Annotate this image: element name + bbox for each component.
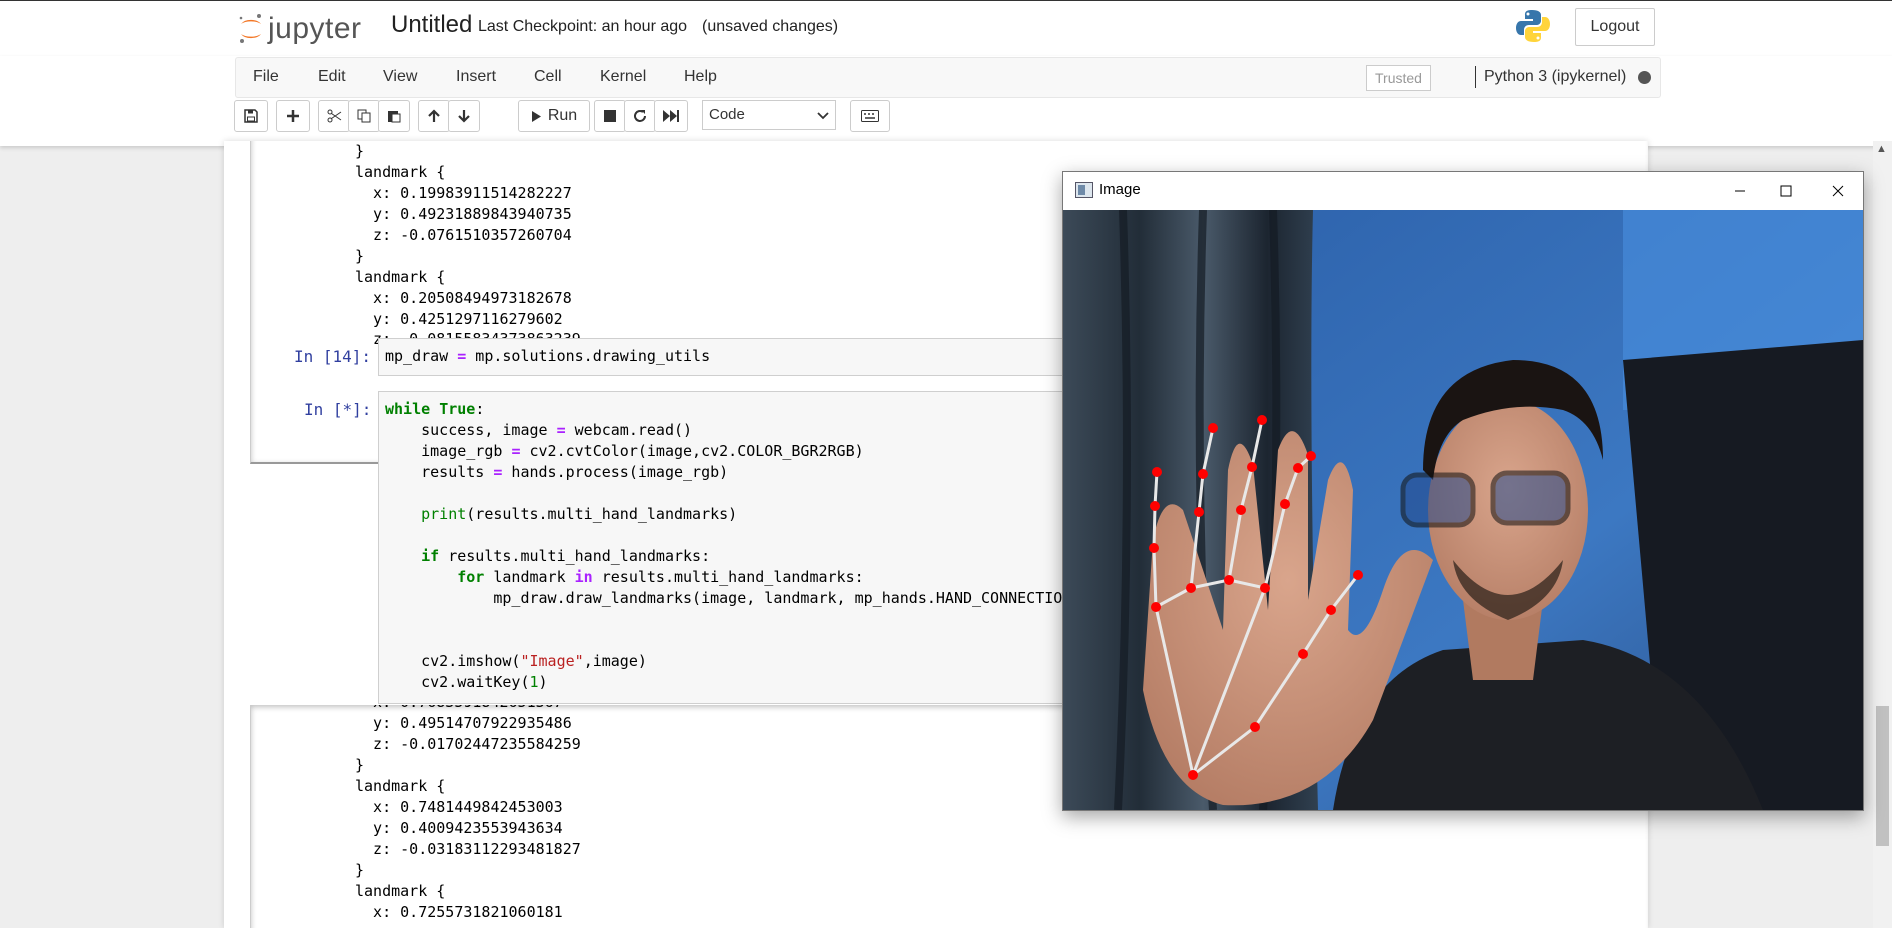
output-line: } <box>355 247 365 265</box>
glasses-right <box>1490 470 1571 526</box>
interrupt-icon <box>604 110 616 122</box>
output-line: z: -0.03183112293481827 <box>355 840 581 858</box>
paste-icon <box>388 111 401 123</box>
cell-type-select[interactable]: Code <box>702 100 836 130</box>
move-up-icon <box>428 109 440 122</box>
run-all-icon <box>663 110 679 122</box>
chevron-down-icon <box>817 112 829 120</box>
kernel-name[interactable]: Python 3 (ipykernel) <box>1484 68 1626 86</box>
output-line: } <box>355 756 365 774</box>
copy-icon <box>357 109 371 123</box>
input-prompt: In [14]: <box>294 347 372 366</box>
menu-edit[interactable]: Edit <box>318 68 346 86</box>
checkpoint-status: Last Checkpoint: an hour ago <box>478 18 688 35</box>
window-app-icon <box>1075 182 1093 198</box>
notebook-name[interactable]: Untitled <box>391 11 472 39</box>
window-title: Image <box>1099 181 1141 198</box>
move-down-button[interactable] <box>448 100 480 132</box>
maximize-button[interactable] <box>1763 176 1809 206</box>
cell-type-value: Code <box>709 106 745 123</box>
command-palette-button[interactable] <box>850 100 890 132</box>
scrollbar-thumb[interactable] <box>1876 706 1889 846</box>
add-cell-button[interactable] <box>276 100 310 132</box>
code-line: while True: <box>385 400 485 418</box>
paste-button[interactable] <box>378 100 410 132</box>
run-icon <box>531 110 541 122</box>
menu-cell[interactable]: Cell <box>534 68 562 86</box>
menu-kernel[interactable]: Kernel <box>600 68 646 86</box>
run-all-button[interactable] <box>654 100 688 132</box>
output-line: x: 0.7255731821060181 <box>355 903 563 921</box>
code-line: for landmark in results.multi_hand_landm… <box>457 568 864 586</box>
output-line: x: 0.19983911514282227 <box>355 184 572 202</box>
header-bar: jupyter Untitled Last Checkpoint: an hou… <box>0 0 1892 57</box>
code-line: print(results.multi_hand_landmarks) <box>421 505 738 523</box>
jupyter-logo-text: jupyter <box>268 12 362 45</box>
menu-help[interactable]: Help <box>684 68 717 86</box>
output-line: y: 0.49231889843940735 <box>355 205 572 223</box>
keyboard-icon <box>861 110 879 122</box>
jupyter-logo-icon <box>239 14 261 43</box>
python-logo-icon <box>1516 10 1550 42</box>
run-label: Run <box>547 107 578 124</box>
menubar-container: File Edit View Insert Cell Kernel Help T… <box>0 56 1892 146</box>
code-line: cv2.imshow("Image",image) <box>385 652 647 670</box>
menu-file[interactable]: File <box>253 68 279 86</box>
kernel-divider <box>1475 66 1476 88</box>
save-button[interactable] <box>234 100 268 132</box>
close-button[interactable] <box>1815 176 1861 206</box>
output-line: x: 0.20508494973182678 <box>355 289 572 307</box>
output-line: landmark { <box>355 268 446 286</box>
maximize-icon <box>1780 185 1792 197</box>
code-line: mp_draw = mp.solutions.drawing_utils <box>385 347 711 365</box>
restart-button[interactable] <box>624 100 656 132</box>
code-line: mp_draw.draw_landmarks(image, landmark, … <box>385 589 1090 607</box>
copy-button[interactable] <box>348 100 380 132</box>
output-line: y: 0.4009423553943634 <box>355 819 563 837</box>
output-line: landmark { <box>355 777 446 795</box>
cut-icon <box>327 109 341 123</box>
code-line: cv2.waitKey(1) <box>385 673 548 691</box>
move-up-button[interactable] <box>418 100 450 132</box>
page-scrollbar[interactable]: ▲ <box>1873 141 1892 928</box>
scroll-up-icon[interactable]: ▲ <box>1876 143 1887 155</box>
output-line: y: 0.4251297116279602 <box>355 310 563 328</box>
output-line: } <box>355 861 365 879</box>
restart-icon <box>634 110 646 122</box>
minimize-button[interactable] <box>1717 176 1763 206</box>
menu-insert[interactable]: Insert <box>456 68 496 86</box>
running-prompt: In [*]: <box>304 400 372 419</box>
output-line: z: -0.01702447235584259 <box>355 735 581 753</box>
output-line: y: 0.49514707922935486 <box>355 714 572 732</box>
jupyter-logo[interactable]: jupyter <box>238 9 362 49</box>
run-button[interactable]: Run <box>518 100 590 132</box>
output-line: } <box>355 142 365 160</box>
output-line: landmark { <box>355 882 446 900</box>
logout-button[interactable]: Logout <box>1575 8 1655 46</box>
code-line: image_rgb = cv2.cvtColor(image,cv2.COLOR… <box>385 442 864 460</box>
image-window[interactable]: Image <box>1062 171 1864 811</box>
code-line: results = hands.process(image_rgb) <box>385 463 729 481</box>
minimize-icon <box>1735 190 1745 192</box>
code-line: success, image = webcam.read() <box>385 421 693 439</box>
kernel-busy-indicator <box>1638 71 1651 84</box>
move-down-icon <box>458 110 470 123</box>
trusted-badge[interactable]: Trusted <box>1366 65 1431 91</box>
menu-view[interactable]: View <box>383 68 417 86</box>
interrupt-button[interactable] <box>594 100 626 132</box>
save-icon <box>244 109 258 123</box>
autosave-status: (unsaved changes) <box>702 18 839 35</box>
output-line: landmark { <box>355 163 446 181</box>
output-line: x: 0.7481449842453003 <box>355 798 563 816</box>
cut-button[interactable] <box>318 100 350 132</box>
glasses-left <box>1400 472 1476 528</box>
add-cell-icon <box>287 110 299 122</box>
code-line: if results.multi_hand_landmarks: <box>421 547 711 565</box>
webcam-frame <box>1063 210 1863 810</box>
output-line: x: 0.7683591842651367 <box>355 705 563 713</box>
menu-bar: File Edit View Insert Cell Kernel Help T… <box>235 57 1661 98</box>
output-line: z: -0.0761510357260704 <box>355 226 572 244</box>
close-icon <box>1832 185 1844 197</box>
